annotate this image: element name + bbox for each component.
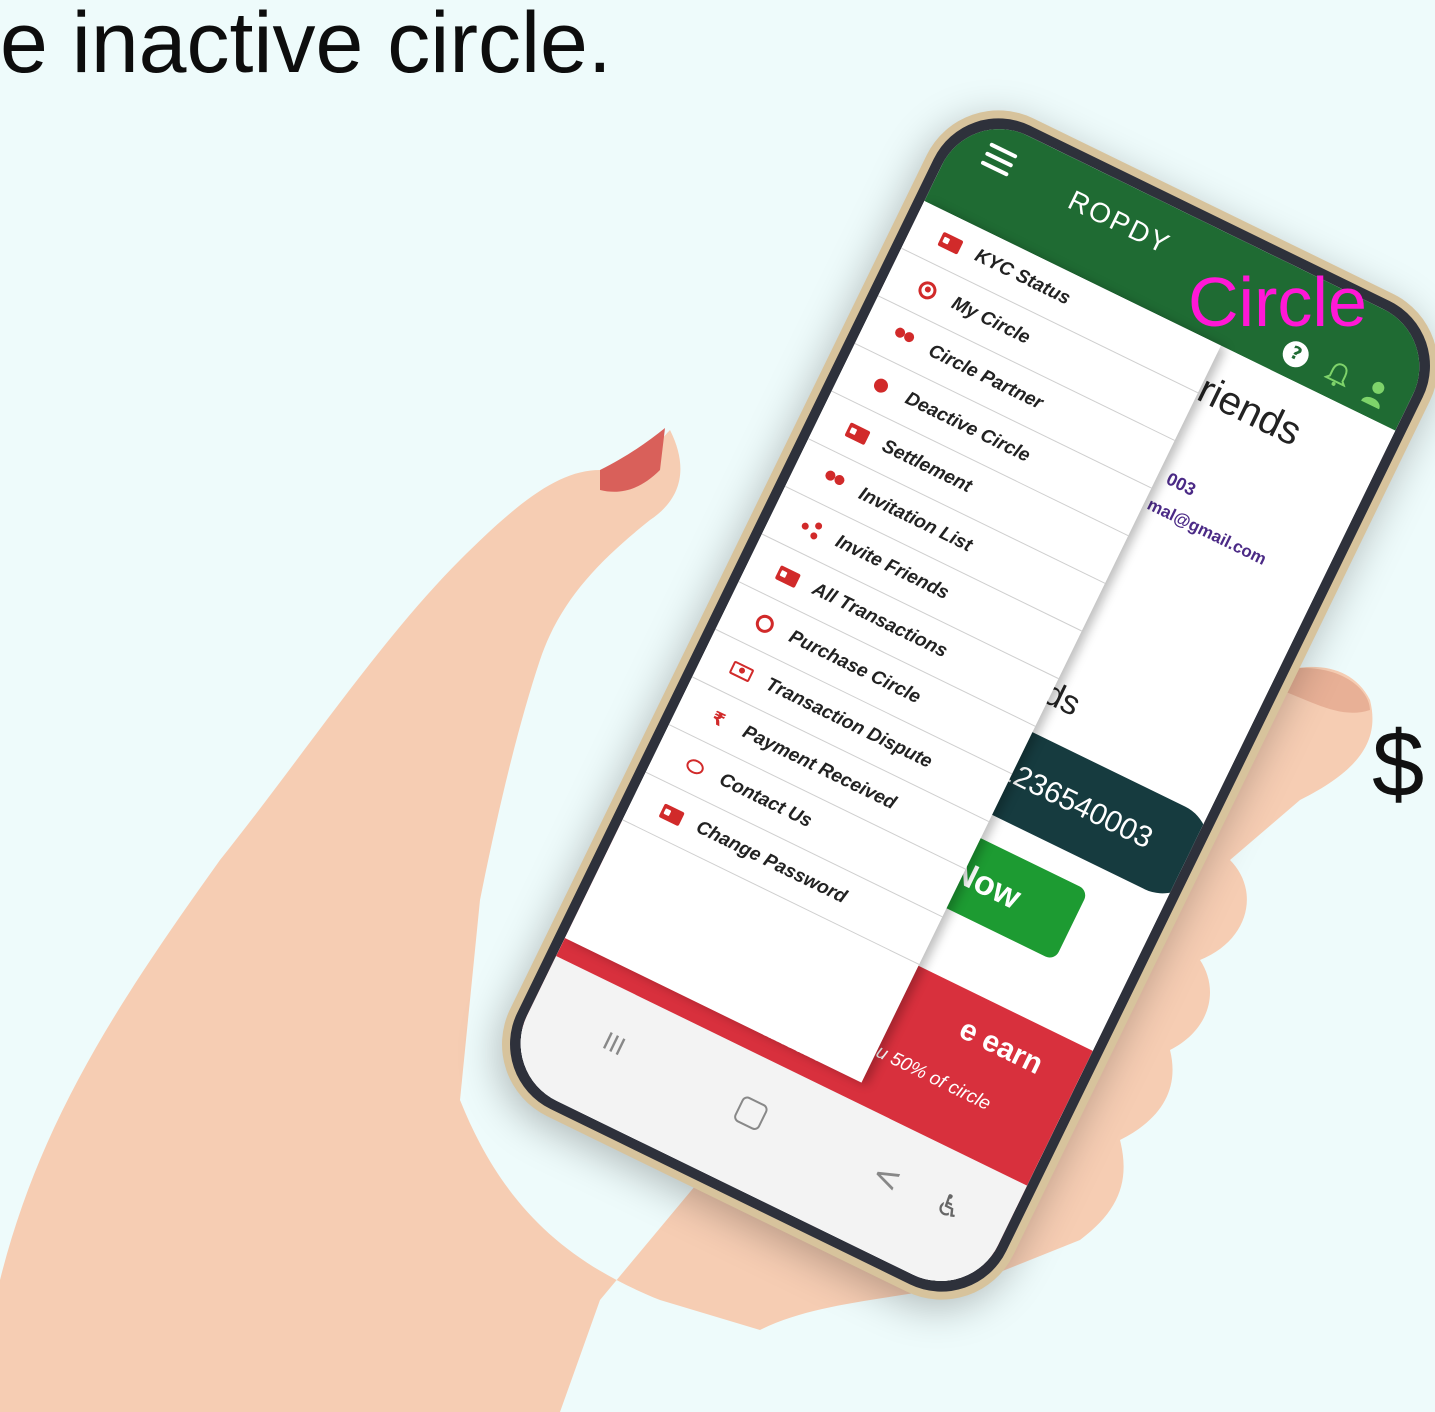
dot-icon [866, 372, 895, 399]
id-card-icon [657, 801, 686, 828]
circle-overlay-label: Circle [1188, 263, 1367, 341]
question-circle-icon[interactable]: ? [1278, 336, 1314, 372]
ring-icon [750, 610, 779, 637]
share-icon [797, 515, 826, 542]
users-icon [820, 468, 849, 495]
dollar-sign: $ [1372, 711, 1425, 816]
back-button[interactable]: < [865, 1153, 908, 1201]
id-card-icon [773, 563, 802, 590]
user-email: mal@gmail.com [1144, 494, 1270, 569]
recent-apps-button[interactable]: III [598, 1027, 629, 1061]
home-button[interactable] [732, 1094, 770, 1132]
friends-heading: riends [1191, 367, 1309, 455]
earn-title: e earn [954, 1012, 1049, 1081]
rupee-icon: ₹ [708, 706, 729, 732]
user-phone: 003 [1163, 468, 1200, 500]
id-card-icon [843, 420, 872, 447]
user-circle-icon [913, 277, 942, 304]
bell-icon[interactable] [1321, 358, 1354, 392]
app-title: ROPDY [1063, 184, 1176, 261]
id-card-icon [936, 229, 965, 256]
cash-icon [727, 658, 756, 685]
user-icon[interactable] [1359, 376, 1392, 410]
hamburger-menu-icon[interactable] [980, 142, 1018, 177]
chat-icon [680, 753, 709, 780]
accessibility-icon[interactable]: ♿ [929, 1186, 969, 1229]
users-icon [889, 325, 918, 352]
